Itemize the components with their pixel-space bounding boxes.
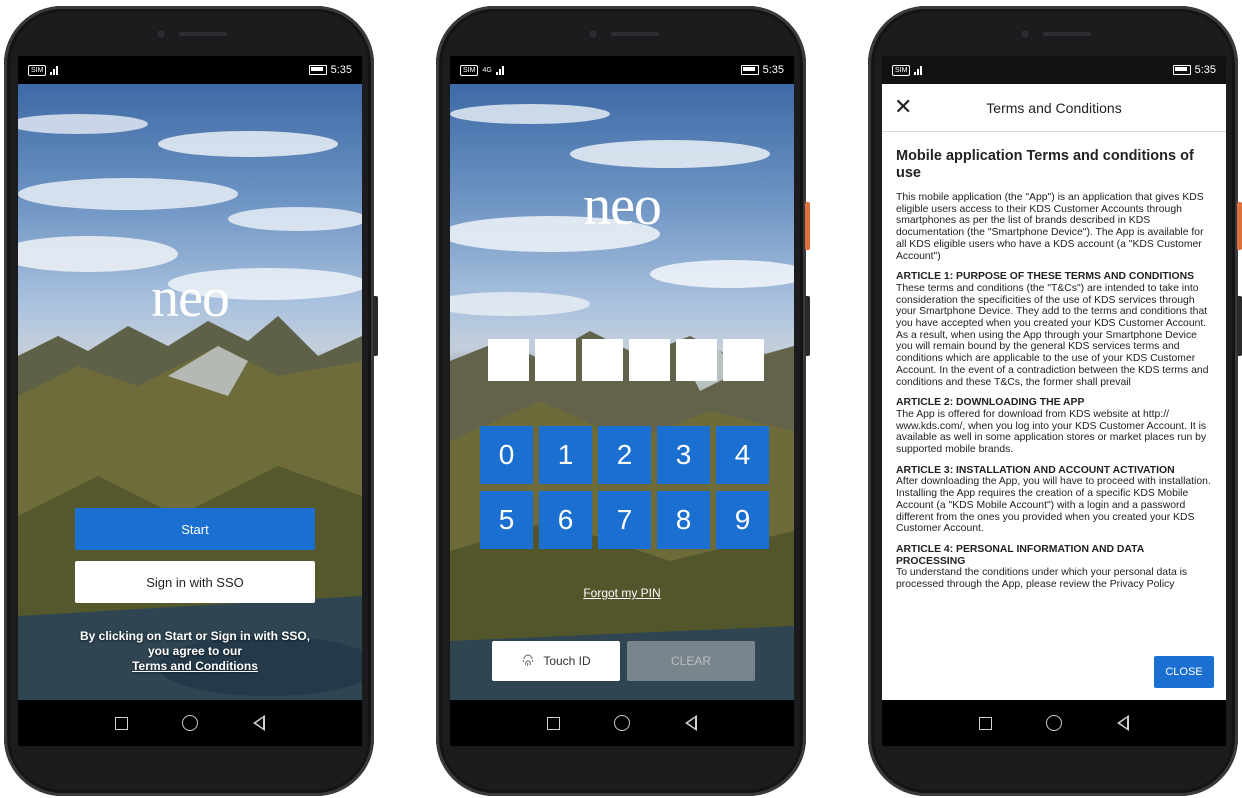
signal-icon — [495, 65, 504, 75]
front-camera — [1019, 28, 1031, 40]
power-button — [1237, 296, 1242, 356]
close-icon[interactable]: ✕ — [894, 96, 912, 118]
speaker-grille — [611, 32, 659, 36]
key-4[interactable]: 4 — [716, 426, 769, 484]
article-2-body: The App is offered for download from KDS… — [896, 408, 1207, 456]
android-nav-bar — [18, 700, 362, 746]
network-type: 4G — [482, 66, 492, 74]
pin-digit-box[interactable] — [582, 339, 623, 381]
key-2[interactable]: 2 — [598, 426, 651, 484]
neo-logo: neo — [151, 267, 230, 329]
terms-screen: SIM 5:35 ✕ Terms and Conditions Mobile a… — [882, 56, 1226, 746]
status-time: 5:35 — [762, 64, 784, 76]
phone-frame-terms: SIM 5:35 ✕ Terms and Conditions Mobile a… — [868, 6, 1242, 796]
phone-frame-pin: SIM 4G 5:35 neo 0 1 2 3 4 5 6 7 8 9 Forg… — [436, 6, 810, 796]
fingerprint-icon — [523, 654, 534, 667]
forgot-pin-link[interactable]: Forgot my PIN — [450, 586, 794, 600]
legal-line-2: you agree to our — [147, 644, 242, 658]
key-0[interactable]: 0 — [480, 426, 533, 484]
key-7[interactable]: 7 — [598, 491, 651, 549]
legal-line-1: By clicking on Start or Sign in with SSO… — [79, 629, 311, 643]
status-bar: SIM 5:35 — [882, 56, 1226, 84]
signal-icon — [50, 65, 59, 75]
terms-heading: Mobile application Terms and conditions … — [896, 148, 1194, 181]
power-button — [805, 296, 810, 356]
start-button[interactable]: Start — [75, 508, 315, 550]
phone-frame-welcome: SIM 5:35 neo Start Sign in with SSO By c… — [4, 6, 378, 796]
battery-icon — [1172, 65, 1191, 75]
sim-chip: SIM — [892, 64, 911, 76]
front-camera — [155, 28, 167, 40]
back-icon[interactable] — [252, 715, 265, 731]
pin-digit-box[interactable] — [676, 339, 717, 381]
terms-link[interactable]: Terms and Conditions — [58, 659, 332, 674]
key-9[interactable]: 9 — [716, 491, 769, 549]
home-icon[interactable] — [182, 715, 199, 731]
terms-content[interactable]: Mobile application Terms and conditions … — [896, 148, 1214, 694]
pin-keypad: 0 1 2 3 4 5 6 7 8 9 — [480, 426, 769, 549]
sim-chip: SIM — [28, 64, 47, 76]
signal-icon — [914, 65, 923, 75]
pin-digit-box[interactable] — [535, 339, 576, 381]
key-5[interactable]: 5 — [480, 491, 533, 549]
recents-icon[interactable] — [979, 716, 993, 730]
home-icon[interactable] — [1046, 715, 1063, 731]
touch-id-label: Touch ID — [543, 654, 591, 668]
article-4-body: To understand the conditions under which… — [896, 567, 1188, 591]
battery-icon — [308, 65, 327, 75]
battery-icon — [740, 65, 759, 75]
key-6[interactable]: 6 — [539, 491, 592, 549]
clear-button[interactable]: CLEAR — [627, 641, 755, 681]
pin-screen: SIM 4G 5:35 neo 0 1 2 3 4 5 6 7 8 9 Forg… — [450, 56, 794, 746]
key-1[interactable]: 1 — [539, 426, 592, 484]
article-1-body: These terms and conditions (the "T&Cs") … — [896, 282, 1208, 330]
pin-digit-box[interactable] — [629, 339, 670, 381]
power-button — [373, 296, 378, 356]
volume-button — [1237, 202, 1242, 250]
article-1-title: ARTICLE 1: PURPOSE OF THESE TERMS AND CO… — [896, 271, 1195, 283]
sim-chip: SIM — [460, 64, 479, 76]
volume-button — [805, 202, 810, 250]
article-1-body-2: As a result, when using the App through … — [896, 329, 1209, 388]
article-3-body: After downloading the App, you will have… — [896, 476, 1211, 535]
article-2-title: ARTICLE 2: DOWNLOADING THE APP — [896, 397, 1085, 409]
back-icon[interactable] — [684, 715, 697, 731]
pin-entry — [488, 339, 764, 381]
article-3-title: ARTICLE 3: INSTALLATION AND ACCOUNT ACTI… — [896, 464, 1175, 476]
legal-notice: By clicking on Start or Sign in with SSO… — [58, 629, 332, 674]
terms-title: Terms and Conditions — [986, 99, 1122, 116]
speaker-grille — [179, 32, 227, 36]
status-time: 5:35 — [330, 64, 352, 76]
neo-logo: neo — [583, 175, 662, 237]
touch-id-button[interactable]: Touch ID — [492, 641, 620, 681]
sign-in-sso-button[interactable]: Sign in with SSO — [75, 561, 315, 603]
recents-icon[interactable] — [115, 716, 129, 730]
home-icon[interactable] — [614, 715, 631, 731]
terms-footer: CLOSE — [882, 648, 1226, 700]
terms-intro: This mobile application (the "App") is a… — [896, 192, 1204, 262]
recents-icon[interactable] — [547, 716, 561, 730]
pin-digit-box[interactable] — [488, 339, 529, 381]
status-time: 5:35 — [1194, 64, 1216, 76]
key-3[interactable]: 3 — [657, 426, 710, 484]
terms-header: ✕ Terms and Conditions — [882, 84, 1226, 132]
status-bar: SIM 4G 5:35 — [450, 56, 794, 84]
welcome-screen: SIM 5:35 neo Start Sign in with SSO By c… — [18, 56, 362, 746]
android-nav-bar — [450, 700, 794, 746]
close-button[interactable]: CLOSE — [1154, 656, 1214, 688]
key-8[interactable]: 8 — [657, 491, 710, 549]
article-4-title: ARTICLE 4: PERSONAL INFORMATION AND DATA… — [896, 543, 1144, 567]
status-bar: SIM 5:35 — [18, 56, 362, 84]
speaker-grille — [1043, 32, 1091, 36]
front-camera — [587, 28, 599, 40]
pin-digit-box[interactable] — [723, 339, 764, 381]
back-icon[interactable] — [1116, 715, 1129, 731]
android-nav-bar — [882, 700, 1226, 746]
